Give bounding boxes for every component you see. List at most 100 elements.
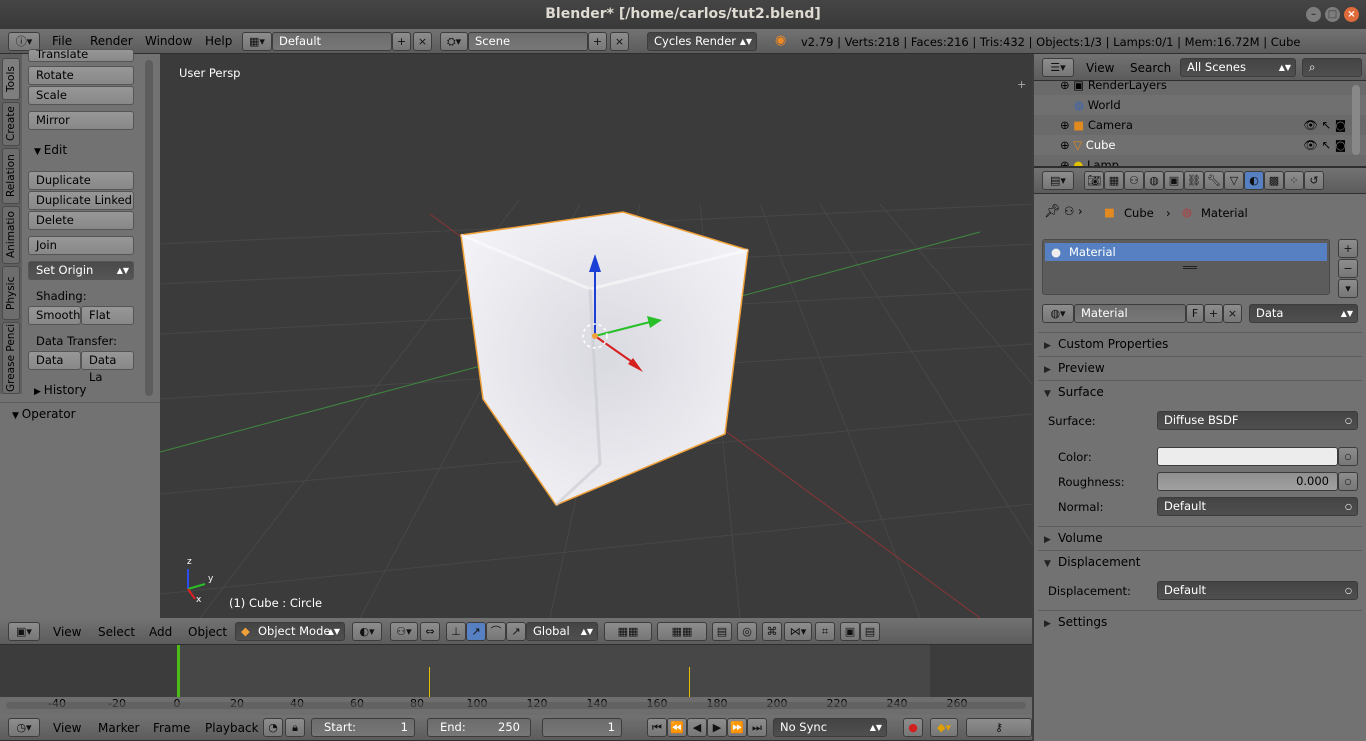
fake-user-button[interactable]: F xyxy=(1186,304,1204,323)
properties-editor[interactable]: ▤▾ 📷︎ ▦ ⚇ ◍ ▣ ⛓ 🔧︎ ▽ ◐ ▩ ⁘ ↺ 📌︎ ⚇ › ■ Cu… xyxy=(1034,168,1366,741)
menu-timeline-view[interactable]: View xyxy=(53,721,81,735)
tab-tools[interactable]: Tools xyxy=(2,58,20,100)
join-button[interactable]: Join xyxy=(28,236,134,255)
translate-button[interactable]: Translate xyxy=(28,49,134,62)
editor-type-timeline-icon[interactable]: ◷▾ xyxy=(8,718,40,737)
render-engine-dropdown[interactable]: Cycles Render ▲▼ xyxy=(647,32,757,51)
menu-frame[interactable]: Frame xyxy=(153,721,190,735)
rotate-button[interactable]: Rotate xyxy=(28,66,134,85)
menu-render[interactable]: Render xyxy=(90,34,133,48)
viewport-shading-icon[interactable]: ◐▾ xyxy=(352,622,382,641)
3d-viewport[interactable]: User Persp (1) Cube : Circle z y x + xyxy=(160,54,1032,618)
menu-view[interactable]: View xyxy=(53,625,81,639)
duplicate-linked-button[interactable]: Duplicate Linked xyxy=(28,191,134,210)
properties-toggle-icon[interactable]: + xyxy=(1017,78,1026,91)
proportional-edit-icon[interactable]: ◎ xyxy=(737,622,757,641)
render-animation-icon[interactable]: ▤ xyxy=(860,622,880,641)
mirror-button[interactable]: Mirror xyxy=(28,111,134,130)
menu-playback[interactable]: Playback xyxy=(205,721,259,735)
normal-field[interactable]: Default ○ xyxy=(1157,497,1358,516)
outliner-row-camera[interactable]: ⊕ ■ Camera 👁︎ ↖ ◙ xyxy=(1034,115,1366,135)
timeline-area[interactable]: -40-200204060801001201401601802002202402… xyxy=(0,645,1032,715)
history-panel-header[interactable]: ▶ History xyxy=(34,383,87,397)
world-tab-icon[interactable]: ◍ xyxy=(1144,171,1164,190)
jump-start-icon[interactable]: ⏮ xyxy=(647,718,667,737)
menu-file[interactable]: File xyxy=(52,34,72,48)
visibility-eye-icon[interactable]: 👁︎ ↖ ◙ xyxy=(1303,115,1346,135)
timeline-scrollbar[interactable] xyxy=(6,702,1026,709)
pin-icon[interactable]: 📌︎ xyxy=(1044,204,1061,219)
link-dropdown[interactable]: Data ▲▼ xyxy=(1249,304,1358,323)
screen-layout-field[interactable]: Default xyxy=(272,32,392,51)
panel-preview[interactable]: ▶ Preview xyxy=(1038,356,1362,378)
delete-button[interactable]: Delete xyxy=(28,211,134,230)
flat-button[interactable]: Flat xyxy=(81,306,134,325)
layers-grid-1-icon[interactable]: ▦▦ xyxy=(604,622,652,641)
orientation-dropdown[interactable]: Global ▲▼ xyxy=(526,622,598,641)
cube-object[interactable] xyxy=(460,211,749,507)
outliner-row-renderlayers[interactable]: ⊕ ▣ RenderLayers xyxy=(1034,75,1366,95)
snap-target-icon[interactable]: ⌗ xyxy=(815,622,835,641)
data-transfer-button[interactable]: Data xyxy=(28,351,81,370)
duplicate-button[interactable]: Duplicate xyxy=(28,171,134,190)
data-layout-button[interactable]: Data La xyxy=(81,351,134,384)
menu-help[interactable]: Help xyxy=(205,34,232,48)
editor-type-3d-icon[interactable]: ▣▾ xyxy=(8,622,40,641)
add-layout-icon[interactable]: + xyxy=(392,32,411,51)
end-frame-field[interactable]: End: 250 xyxy=(427,718,531,737)
tab-grease-pencil[interactable]: Grease Penci xyxy=(2,322,20,394)
visibility-eye-icon[interactable]: 👁︎ ↖ ◙ xyxy=(1303,135,1346,155)
scene-icon[interactable]: ⛭▾ xyxy=(440,32,468,51)
close-button[interactable]: × xyxy=(1344,7,1359,22)
snap-element-icon[interactable]: ⋈▾ xyxy=(784,622,812,641)
lock-layers-icon[interactable]: ▤ xyxy=(712,622,732,641)
snap-icon[interactable]: ⌘ xyxy=(762,622,782,641)
material-name-field[interactable]: Material xyxy=(1074,304,1186,323)
remove-scene-icon[interactable]: × xyxy=(610,32,629,51)
menu-window[interactable]: Window xyxy=(145,34,192,48)
manipulator-toggle-icon[interactable]: ⇔ xyxy=(420,622,440,641)
edit-panel-header[interactable]: ▼ Edit xyxy=(34,143,67,157)
tab-physics[interactable]: Physic xyxy=(2,266,20,320)
menu-add[interactable]: Add xyxy=(149,625,172,639)
modifiers-tab-icon[interactable]: 🔧︎ xyxy=(1204,171,1224,190)
menu-object[interactable]: Object xyxy=(188,625,227,639)
add-material-slot-icon[interactable]: + xyxy=(1338,239,1358,258)
preview-range-icon[interactable]: ◔ xyxy=(263,718,283,737)
sync-dropdown[interactable]: No Sync ▲▼ xyxy=(773,718,887,737)
tab-relation[interactable]: Relation xyxy=(2,148,20,204)
keyframe-marker[interactable] xyxy=(429,667,430,697)
render-tab-icon[interactable]: 📷︎ xyxy=(1084,171,1104,190)
maximize-button[interactable]: □ xyxy=(1325,7,1340,22)
list-resize-handle[interactable] xyxy=(1183,266,1197,269)
roughness-socket-icon[interactable]: ○ xyxy=(1338,472,1358,491)
keying-set-icon[interactable]: ◆▾ xyxy=(930,718,958,737)
texture-tab-icon[interactable]: ▩ xyxy=(1264,171,1284,190)
scale-manipulator-icon[interactable]: ⌒ xyxy=(486,622,506,641)
rotate-manipulator-icon[interactable]: ↗ xyxy=(466,622,486,641)
start-frame-field[interactable]: Start: 1 xyxy=(311,718,415,737)
displacement-field[interactable]: Default ○ xyxy=(1157,581,1358,600)
unlink-material-icon[interactable]: × xyxy=(1223,304,1242,323)
minimize-button[interactable]: – xyxy=(1306,7,1321,22)
panel-surface[interactable]: ▼ Surface xyxy=(1038,380,1362,402)
outliner-row-cube[interactable]: ⊕ ▽ Cube 👁︎ ↖ ◙ xyxy=(1034,135,1366,155)
lock-range-icon[interactable]: 🔒︎ xyxy=(285,718,305,737)
render-image-icon[interactable]: ▣ xyxy=(840,622,860,641)
panel-displacement[interactable]: ▼ Displacement xyxy=(1038,550,1362,572)
keyframe-marker[interactable] xyxy=(689,667,690,697)
tool-shelf-scrollbar[interactable] xyxy=(145,60,153,396)
panel-settings[interactable]: ▶ Settings xyxy=(1038,610,1362,632)
object-tab-icon[interactable]: ▣ xyxy=(1164,171,1184,190)
jump-keyframe-forward-icon[interactable]: ⏩ xyxy=(727,718,747,737)
particles-tab-icon[interactable]: ⁘ xyxy=(1284,171,1304,190)
remove-layout-icon[interactable]: × xyxy=(413,32,432,51)
jump-end-icon[interactable]: ⏭ xyxy=(747,718,767,737)
physics-tab-icon[interactable]: ↺ xyxy=(1304,171,1324,190)
mode-dropdown[interactable]: ◆ Object Mode ▲▼ xyxy=(235,622,345,641)
panel-volume[interactable]: ▶ Volume xyxy=(1038,526,1362,548)
material-slot-row[interactable]: ● Material xyxy=(1045,243,1327,261)
material-specials-icon[interactable]: ▾ xyxy=(1338,279,1358,298)
translate-manipulator-icon[interactable]: ⊥ xyxy=(446,622,466,641)
browse-material-icon[interactable]: ◍▾ xyxy=(1042,304,1074,323)
